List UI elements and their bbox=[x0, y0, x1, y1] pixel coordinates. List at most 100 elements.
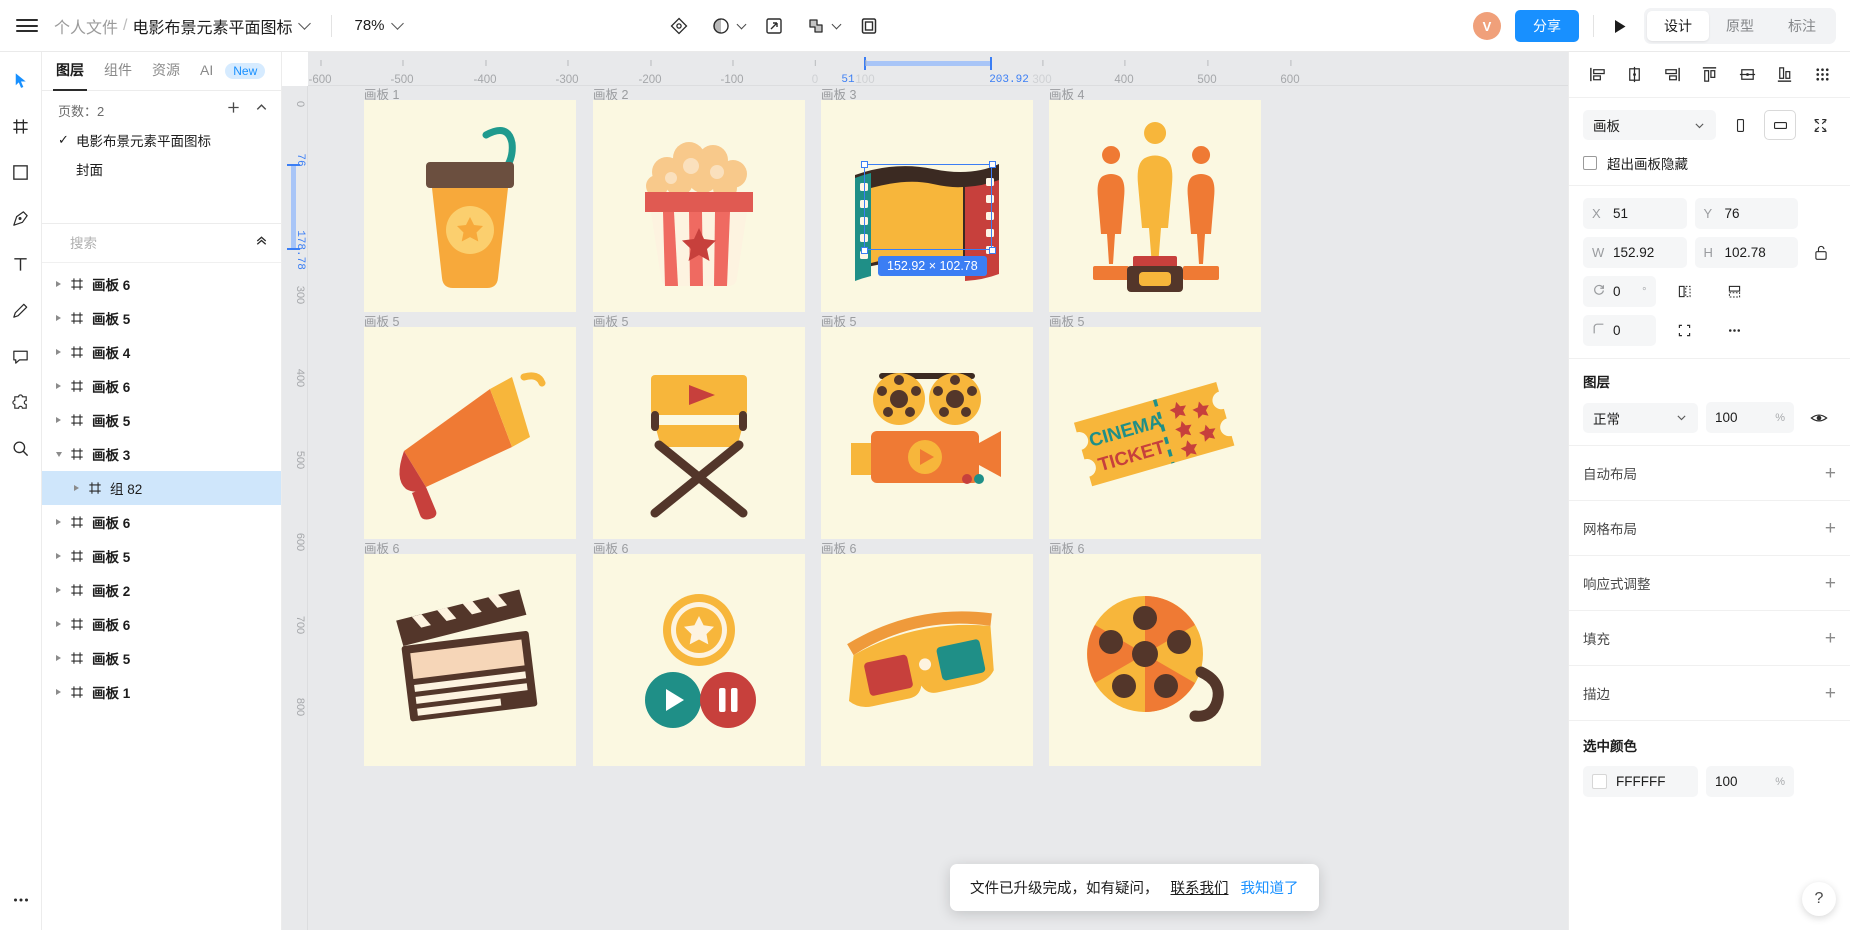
selection-handle-tr[interactable] bbox=[989, 161, 996, 168]
page-item-0[interactable]: ✓ 电影布景元素平面图标 bbox=[42, 125, 281, 154]
zoom-tool-button[interactable] bbox=[5, 432, 37, 464]
fit-content-button[interactable] bbox=[1804, 110, 1836, 140]
chevron-right-icon[interactable] bbox=[56, 655, 70, 661]
layer-row[interactable]: 画板 5 bbox=[42, 641, 281, 675]
artwork-popcorn[interactable] bbox=[593, 100, 805, 312]
align-middle-vertical-button[interactable] bbox=[1733, 61, 1761, 89]
share-button[interactable]: 分享 bbox=[1515, 10, 1579, 42]
layer-row[interactable]: 画板 6 bbox=[42, 607, 281, 641]
toast-contact-link[interactable]: 联系我们 bbox=[1171, 877, 1229, 898]
add-page-button[interactable] bbox=[226, 100, 241, 120]
toast-dismiss-link[interactable]: 我知道了 bbox=[1241, 877, 1299, 898]
mask-tool-button[interactable] bbox=[660, 9, 698, 43]
selection-handle-br[interactable] bbox=[989, 247, 996, 254]
collapse-pages-button[interactable] bbox=[254, 100, 269, 120]
y-field[interactable]: Y 76 bbox=[1694, 198, 1798, 229]
color-opacity-field[interactable]: 100 % bbox=[1706, 766, 1794, 797]
breadcrumb-filename[interactable]: 电影布景元素平面图标 bbox=[132, 14, 292, 38]
layer-row[interactable]: 画板 1 bbox=[42, 675, 281, 709]
artwork-cinema-ticket[interactable]: CINEMA TICKET bbox=[1049, 327, 1261, 539]
zoom-control[interactable]: 78% bbox=[354, 17, 404, 34]
selection-handle-tl[interactable] bbox=[861, 161, 868, 168]
more-transform-button[interactable] bbox=[1714, 322, 1756, 339]
main-menu-button[interactable] bbox=[0, 16, 54, 36]
rotation-field[interactable]: 0 ° bbox=[1583, 276, 1656, 307]
plus-icon[interactable]: + bbox=[1825, 629, 1836, 648]
orientation-landscape-button[interactable] bbox=[1764, 110, 1796, 140]
chevron-down-icon[interactable] bbox=[298, 17, 312, 30]
visibility-toggle[interactable] bbox=[1802, 409, 1836, 427]
orientation-portrait-button[interactable] bbox=[1724, 110, 1756, 140]
tab-prototype[interactable]: 原型 bbox=[1709, 11, 1771, 41]
flip-vertical-button[interactable] bbox=[1714, 283, 1756, 300]
plus-icon[interactable]: + bbox=[1825, 519, 1836, 538]
section-auto-layout[interactable]: 自动布局 + bbox=[1569, 446, 1850, 501]
opacity-field[interactable]: 100 % bbox=[1706, 402, 1794, 433]
x-field[interactable]: X 51 bbox=[1583, 198, 1687, 229]
layer-row[interactable]: 画板 3 bbox=[42, 437, 281, 471]
tab-assets[interactable]: 资源 bbox=[152, 60, 180, 82]
chevron-down-icon[interactable] bbox=[56, 451, 70, 457]
layer-row[interactable]: 画板 6 bbox=[42, 369, 281, 403]
artwork-drink-cup[interactable] bbox=[364, 100, 576, 312]
object-type-select[interactable]: 画板 bbox=[1583, 110, 1716, 140]
help-button[interactable]: ? bbox=[1802, 882, 1836, 916]
frame-tool-button[interactable] bbox=[5, 110, 37, 142]
align-top-button[interactable] bbox=[1696, 61, 1724, 89]
opacity-tool-button[interactable] bbox=[702, 9, 740, 43]
layer-row[interactable]: 画板 6 bbox=[42, 505, 281, 539]
artwork-megaphone[interactable] bbox=[364, 327, 576, 539]
distribute-button[interactable] bbox=[1808, 61, 1836, 89]
color-hex-field[interactable]: FFFFFF bbox=[1583, 766, 1698, 797]
rectangle-tool-button[interactable] bbox=[5, 156, 37, 188]
plus-icon[interactable]: + bbox=[1825, 684, 1836, 703]
section-fill[interactable]: 填充 + bbox=[1569, 611, 1850, 666]
layer-row[interactable]: 画板 6 bbox=[42, 267, 281, 301]
artwork-movie-camera[interactable] bbox=[821, 327, 1033, 539]
chevron-right-icon[interactable] bbox=[56, 553, 70, 559]
chevron-right-icon[interactable] bbox=[56, 689, 70, 695]
page-item-1[interactable]: 封面 bbox=[42, 154, 281, 183]
artwork-award-play-pause[interactable] bbox=[593, 554, 805, 766]
plus-icon[interactable]: + bbox=[1825, 464, 1836, 483]
text-tool-button[interactable] bbox=[5, 248, 37, 280]
align-left-button[interactable] bbox=[1583, 61, 1611, 89]
chevron-right-icon[interactable] bbox=[74, 485, 88, 491]
tab-annotate[interactable]: 标注 bbox=[1771, 11, 1833, 41]
chevron-right-icon[interactable] bbox=[56, 281, 70, 287]
avatar[interactable]: V bbox=[1473, 12, 1501, 40]
chevron-right-icon[interactable] bbox=[56, 621, 70, 627]
pencil-tool-button[interactable] bbox=[5, 294, 37, 326]
align-bottom-button[interactable] bbox=[1771, 61, 1799, 89]
section-responsive[interactable]: 响应式调整 + bbox=[1569, 556, 1850, 611]
section-stroke[interactable]: 描边 + bbox=[1569, 666, 1850, 721]
boolean-tool-button[interactable] bbox=[797, 9, 835, 43]
corner-radius-field[interactable]: 0 bbox=[1583, 315, 1656, 346]
clip-content-row[interactable]: 超出画板隐藏 bbox=[1583, 153, 1836, 173]
frame-tool-button[interactable] bbox=[850, 9, 888, 43]
plugin-tool-button[interactable] bbox=[5, 386, 37, 418]
layer-row[interactable]: 画板 5 bbox=[42, 539, 281, 573]
layer-row[interactable]: 画板 5 bbox=[42, 301, 281, 335]
selection-handle-bl[interactable] bbox=[861, 247, 868, 254]
flip-horizontal-button[interactable] bbox=[1664, 283, 1706, 300]
align-right-button[interactable] bbox=[1658, 61, 1686, 89]
clip-content-checkbox[interactable] bbox=[1583, 156, 1597, 170]
artwork-film-strip[interactable] bbox=[821, 100, 1033, 312]
width-field[interactable]: W 152.92 bbox=[1583, 237, 1687, 268]
chevron-right-icon[interactable] bbox=[56, 349, 70, 355]
plus-icon[interactable]: + bbox=[1825, 574, 1836, 593]
rail-more-button[interactable] bbox=[0, 890, 42, 910]
chevron-right-icon[interactable] bbox=[56, 383, 70, 389]
chevron-right-icon[interactable] bbox=[56, 519, 70, 525]
artwork-film-reel[interactable] bbox=[1049, 554, 1261, 766]
tab-design[interactable]: 设计 bbox=[1647, 11, 1709, 41]
breadcrumb-root[interactable]: 个人文件 bbox=[54, 14, 118, 38]
present-button[interactable] bbox=[1612, 18, 1628, 35]
layer-row[interactable]: 画板 4 bbox=[42, 335, 281, 369]
pen-tool-button[interactable] bbox=[5, 202, 37, 234]
layer-row[interactable]: 画板 2 bbox=[42, 573, 281, 607]
color-swatch[interactable] bbox=[1592, 774, 1607, 789]
tab-components[interactable]: 组件 bbox=[104, 60, 132, 82]
comment-tool-button[interactable] bbox=[5, 340, 37, 372]
